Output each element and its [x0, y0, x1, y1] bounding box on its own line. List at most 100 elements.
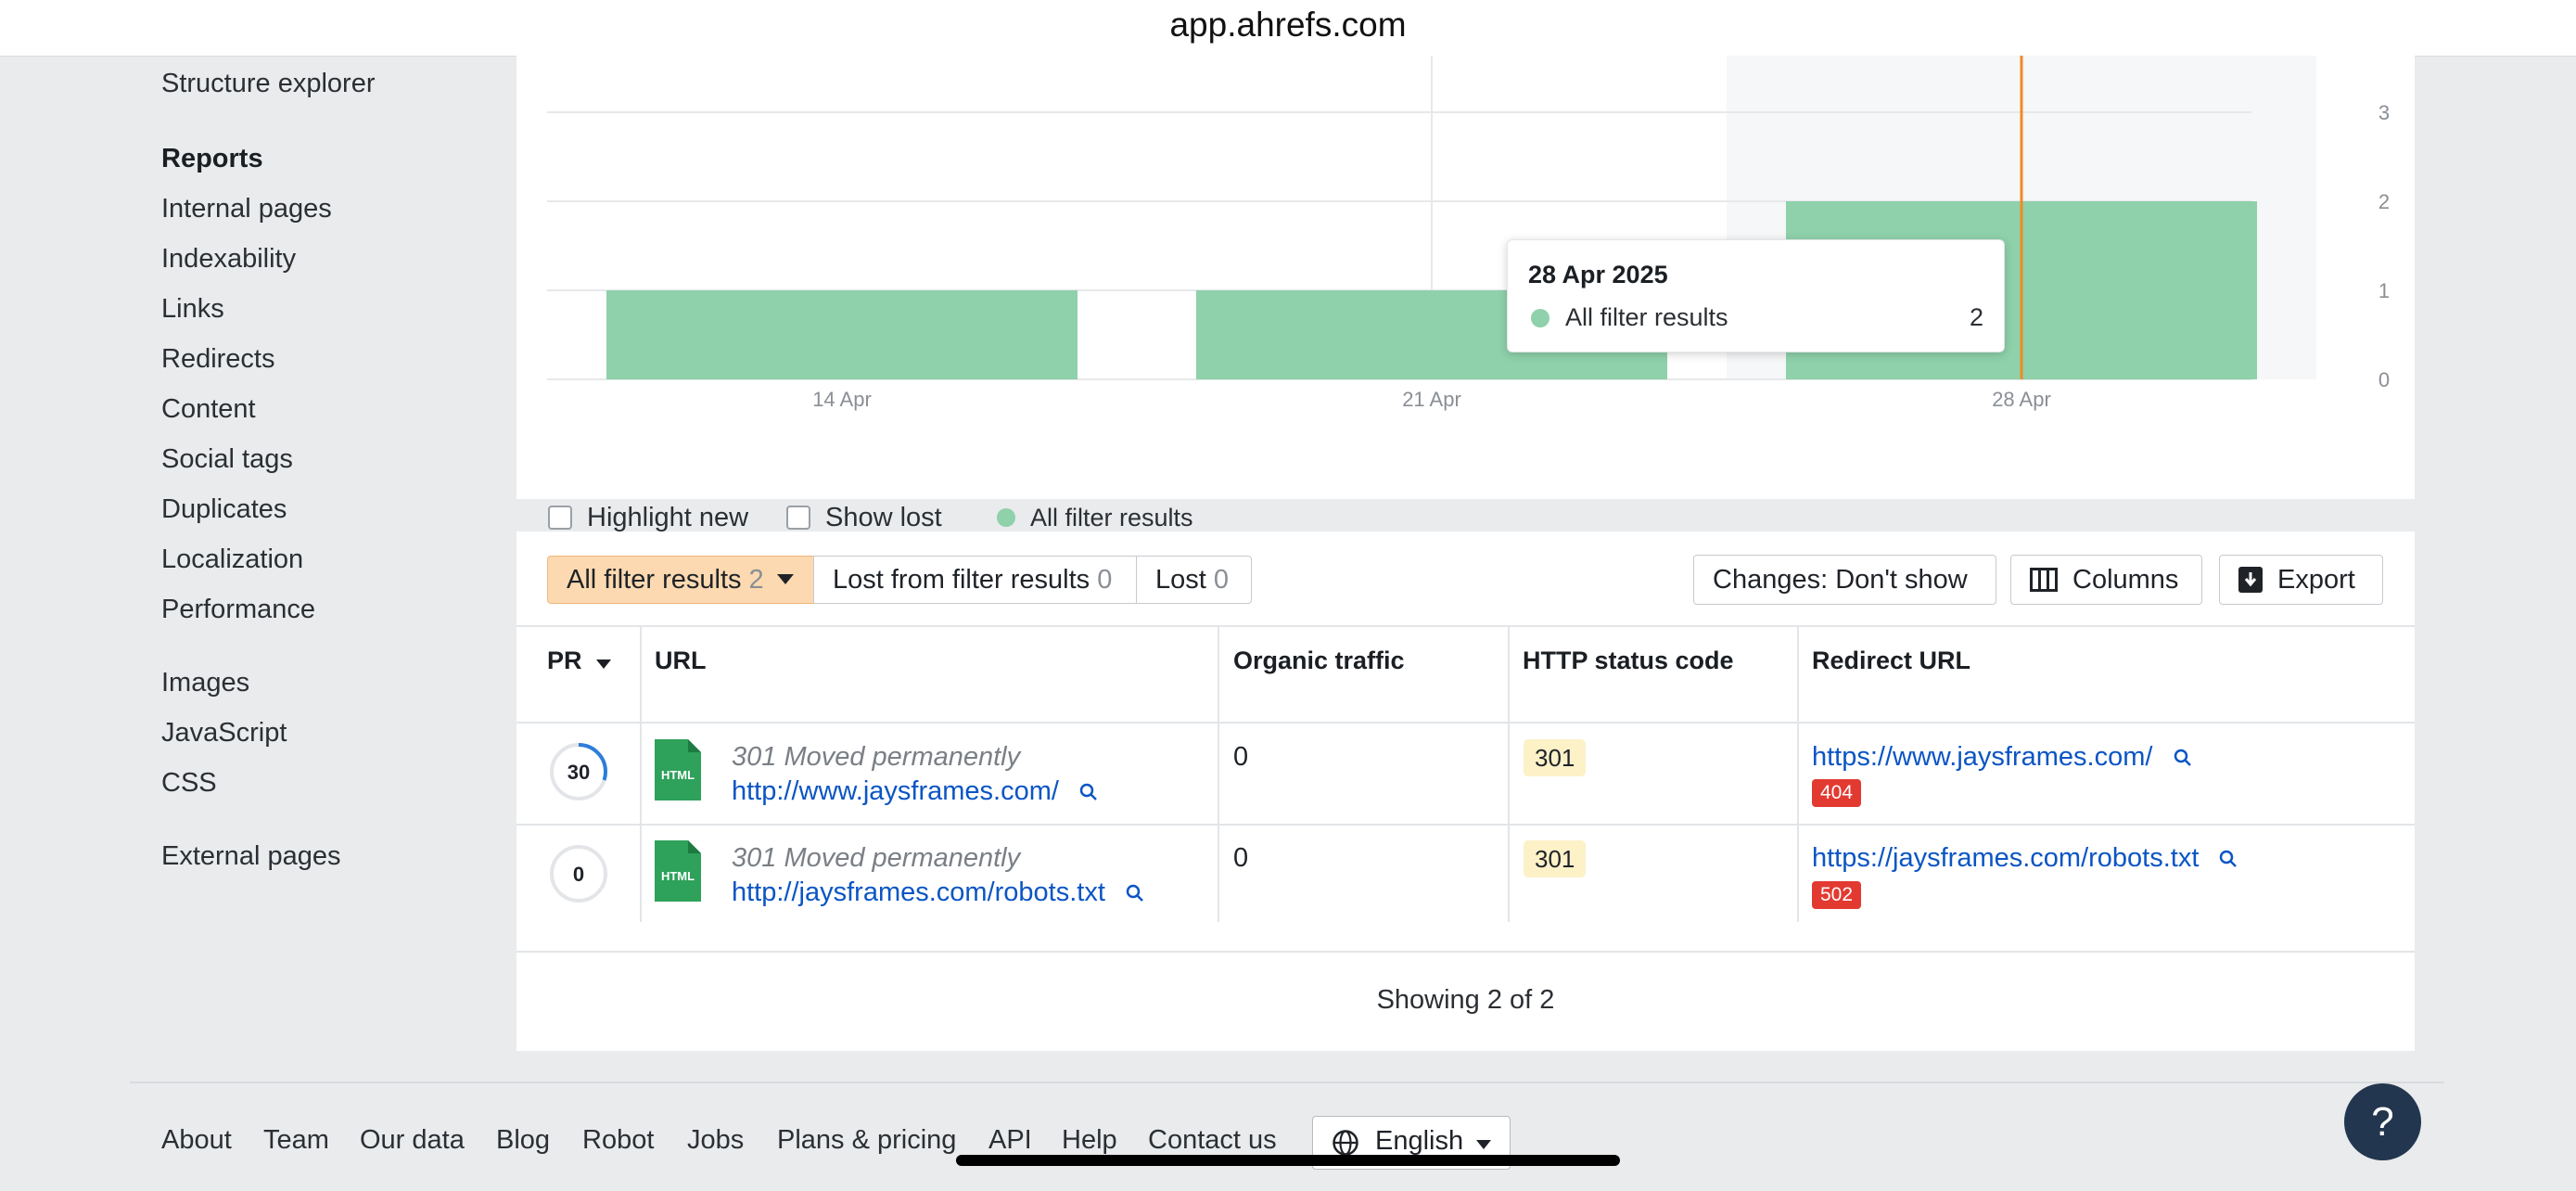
pr-score: 30	[567, 761, 590, 784]
pagination-summary: Showing 2 of 2	[1376, 985, 1555, 1015]
redirect-status-badge: 502	[1812, 881, 1862, 909]
legend-item-all-filter-results[interactable]: All filter results	[997, 499, 1193, 536]
footer-link-blog[interactable]: Blog	[496, 1125, 550, 1156]
http-status-badge: 301	[1524, 739, 1587, 776]
export-label: Export	[2277, 564, 2355, 595]
x-tick-label: 14 Apr	[812, 388, 872, 411]
sidebar-item-internal-pages[interactable]: Internal pages	[161, 194, 332, 224]
column-divider	[640, 627, 642, 922]
home-indicator	[956, 1155, 1620, 1166]
show-lost-checkbox[interactable]	[786, 506, 810, 530]
highlight-new-checkbox[interactable]	[548, 506, 572, 530]
y-tick-label: 1	[2378, 279, 2390, 302]
column-divider	[1508, 627, 1510, 922]
tab-label: Lost from filter results	[833, 564, 1090, 595]
tab-count: 0	[1097, 564, 1113, 595]
search-icon[interactable]	[1126, 884, 1144, 903]
organic-traffic-value: 0	[1233, 742, 1249, 772]
export-button[interactable]: Export	[2219, 555, 2383, 605]
http-status-badge: 301	[1524, 840, 1587, 877]
file-type-label: HTML	[661, 768, 695, 782]
search-icon[interactable]	[1079, 783, 1098, 801]
bar-chart[interactable]: 0 1 2 3 14 Apr 21 Apr 28 Apr	[516, 56, 2415, 445]
sidebar-item-duplicates[interactable]: Duplicates	[161, 494, 287, 525]
sidebar-heading-reports: Reports	[161, 144, 263, 173]
file-type-label: HTML	[661, 869, 695, 883]
column-header-url[interactable]: URL	[655, 647, 707, 675]
row-divider	[516, 824, 2415, 826]
row-url-link[interactable]: http://www.jaysframes.com/	[732, 776, 1098, 807]
columns-icon	[2030, 568, 2058, 592]
row-url-text[interactable]: http://www.jaysframes.com/	[732, 776, 1059, 806]
address-bar[interactable]: app.ahrefs.com	[0, 0, 2576, 57]
search-icon[interactable]	[2174, 749, 2192, 767]
tooltip-date: 28 Apr 2025	[1528, 261, 1668, 288]
tab-lost-from-filter-results[interactable]: Lost from filter results 0	[813, 556, 1137, 604]
redirect-url-text[interactable]: https://www.jaysframes.com/	[1812, 742, 2152, 772]
sidebar-item-links[interactable]: Links	[161, 294, 224, 325]
footer-link-team[interactable]: Team	[263, 1125, 329, 1156]
column-header-http-status[interactable]: HTTP status code	[1523, 647, 1734, 675]
pr-score-circle: 0	[550, 845, 607, 903]
column-header-organic-traffic[interactable]: Organic traffic	[1233, 647, 1405, 675]
table-header-top-border	[516, 625, 2415, 627]
footer-link-contact-us[interactable]: Contact us	[1148, 1125, 1277, 1156]
chart-tooltip: 28 Apr 2025 All filter results 2	[1507, 239, 2005, 352]
language-label: English	[1375, 1126, 1464, 1156]
highlight-new-label: Highlight new	[587, 502, 749, 532]
redirect-status-badge: 404	[1812, 779, 1862, 807]
chevron-down-icon	[1476, 1140, 1491, 1149]
footer-link-our-data[interactable]: Our data	[360, 1125, 465, 1156]
sidebar-item-social-tags[interactable]: Social tags	[161, 444, 293, 475]
row-url-link[interactable]: http://jaysframes.com/robots.txt	[732, 877, 1144, 908]
column-divider	[1218, 627, 1219, 922]
sidebar-item-indexability[interactable]: Indexability	[161, 244, 296, 275]
bar-14-apr	[606, 290, 1078, 379]
footer-link-about[interactable]: About	[161, 1125, 232, 1156]
footer-link-robot[interactable]: Robot	[582, 1125, 654, 1156]
footer-link-plans-pricing[interactable]: Plans & pricing	[777, 1125, 956, 1156]
tab-lost[interactable]: Lost 0	[1136, 556, 1252, 604]
sidebar-item-css[interactable]: CSS	[161, 768, 217, 799]
highlight-new-toggle[interactable]: Highlight new	[548, 499, 748, 536]
redirect-url-link[interactable]: https://www.jaysframes.com/	[1812, 742, 2192, 773]
column-divider	[1797, 627, 1799, 922]
tab-label: All filter results	[567, 564, 742, 595]
column-header-pr-label: PR	[547, 647, 582, 674]
columns-button[interactable]: Columns	[2010, 555, 2202, 605]
search-icon[interactable]	[2219, 850, 2238, 868]
sidebar-item-content[interactable]: Content	[161, 394, 256, 425]
show-lost-toggle[interactable]: Show lost	[786, 499, 942, 536]
row-url-text[interactable]: http://jaysframes.com/robots.txt	[732, 877, 1105, 907]
changes-dropdown[interactable]: Changes: Don't show	[1693, 555, 1996, 605]
sidebar-item-external-pages[interactable]: External pages	[161, 841, 340, 872]
redirect-url-link[interactable]: https://jaysframes.com/robots.txt	[1812, 843, 2238, 874]
column-header-redirect-url[interactable]: Redirect URL	[1812, 647, 1970, 675]
legend-dot	[997, 508, 1015, 527]
help-button[interactable]: ?	[2344, 1083, 2421, 1160]
footer-link-api[interactable]: API	[988, 1125, 1032, 1156]
sidebar-item-redirects[interactable]: Redirects	[161, 344, 275, 375]
table-header-bottom-border	[516, 722, 2415, 724]
sidebar-item-structure-explorer[interactable]: Structure explorer	[161, 69, 376, 99]
tab-label: Lost	[1155, 564, 1206, 595]
address-url[interactable]: app.ahrefs.com	[0, 6, 2576, 45]
redirect-url-text[interactable]: https://jaysframes.com/robots.txt	[1812, 843, 2199, 873]
sidebar-item-performance[interactable]: Performance	[161, 595, 315, 625]
sort-desc-icon	[596, 660, 612, 669]
x-tick-label: 28 Apr	[1992, 388, 2051, 411]
tooltip-label: All filter results	[1565, 303, 1728, 331]
chart-panel: 0 1 2 3 14 Apr 21 Apr 28 Apr Highlight new Sho…	[516, 56, 2415, 532]
sidebar-item-javascript[interactable]: JavaScript	[161, 718, 287, 749]
column-header-pr[interactable]: PR	[547, 647, 612, 675]
redirect-status-text: 301 Moved permanently	[732, 742, 1021, 772]
export-icon	[2238, 567, 2263, 593]
footer-link-help[interactable]: Help	[1062, 1125, 1117, 1156]
pr-score-circle: 30	[550, 743, 607, 800]
columns-label: Columns	[2072, 564, 2179, 595]
tab-all-filter-results[interactable]: All filter results 2	[547, 556, 814, 604]
footer-link-jobs[interactable]: Jobs	[687, 1125, 744, 1156]
sidebar-item-localization[interactable]: Localization	[161, 544, 303, 575]
sidebar-item-images[interactable]: Images	[161, 668, 249, 698]
html-file-icon: HTML	[655, 739, 701, 800]
